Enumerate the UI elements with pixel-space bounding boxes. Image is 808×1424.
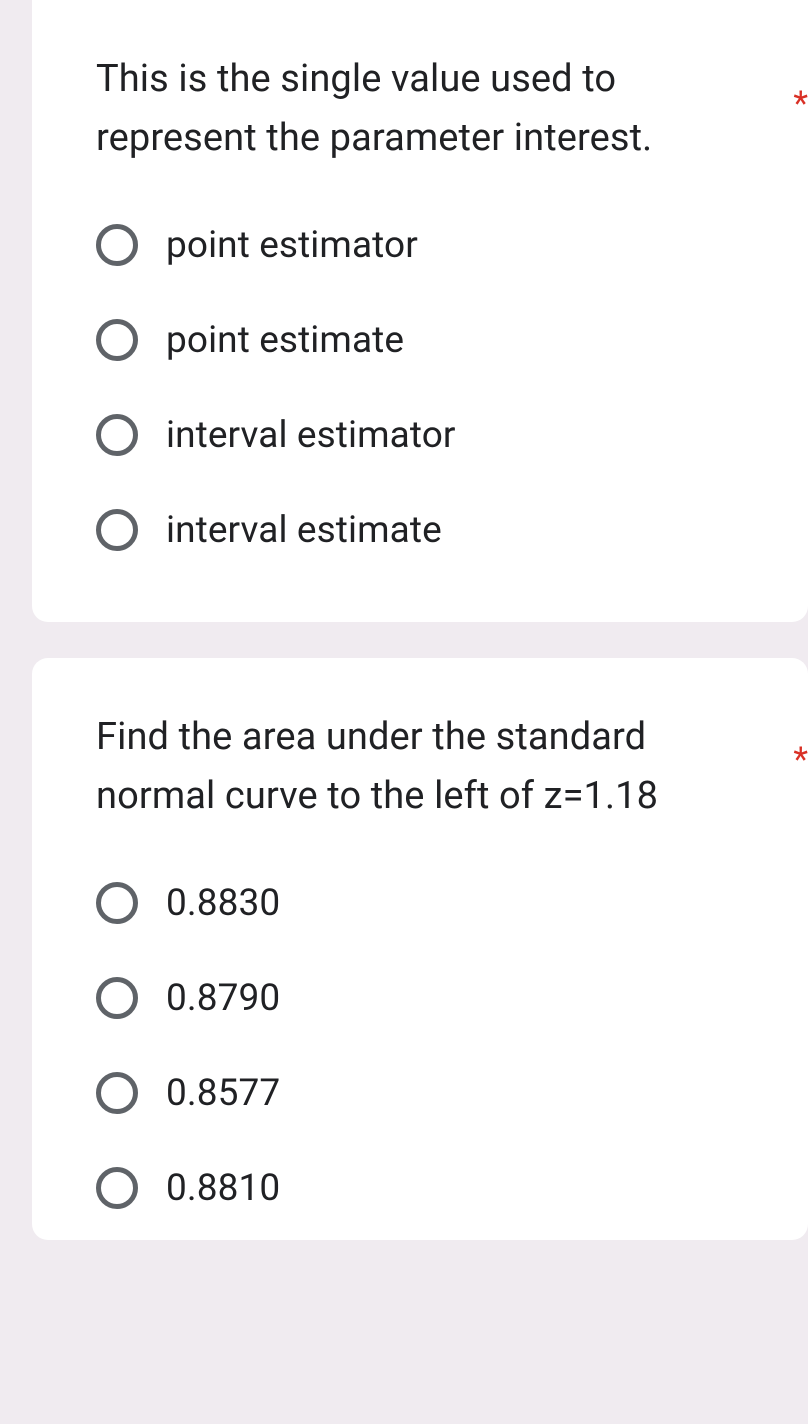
option-label: 0.8577 <box>166 1072 280 1115</box>
option-label: 0.8790 <box>166 977 280 1020</box>
radio-option[interactable]: interval estimate <box>96 509 760 552</box>
radio-icon <box>96 882 138 924</box>
radio-icon <box>96 977 138 1019</box>
option-label: 0.8830 <box>166 882 280 925</box>
radio-icon <box>96 509 138 551</box>
radio-option[interactable]: point estimator <box>96 224 760 267</box>
option-label: point estimator <box>166 224 418 267</box>
question-card-2: * Find the area under the standard norma… <box>32 658 808 1240</box>
question-text: This is the single value used to represe… <box>96 50 760 168</box>
required-asterisk: * <box>793 740 808 780</box>
question-card-1: * This is the single value used to repre… <box>32 0 808 622</box>
radio-option[interactable]: 0.8810 <box>96 1167 760 1210</box>
radio-icon <box>96 224 138 266</box>
radio-icon <box>96 1167 138 1209</box>
option-label: point estimate <box>166 319 404 362</box>
radio-option[interactable]: point estimate <box>96 319 760 362</box>
required-asterisk: * <box>793 84 808 124</box>
radio-option[interactable]: 0.8830 <box>96 882 760 925</box>
option-label: interval estimate <box>166 509 442 552</box>
option-label: interval estimator <box>166 414 456 457</box>
question-text: Find the area under the standard normal … <box>96 708 760 826</box>
radio-option[interactable]: 0.8790 <box>96 977 760 1020</box>
radio-icon <box>96 414 138 456</box>
radio-option[interactable]: interval estimator <box>96 414 760 457</box>
option-label: 0.8810 <box>166 1167 280 1210</box>
radio-option[interactable]: 0.8577 <box>96 1072 760 1115</box>
radio-icon <box>96 1072 138 1114</box>
radio-icon <box>96 319 138 361</box>
